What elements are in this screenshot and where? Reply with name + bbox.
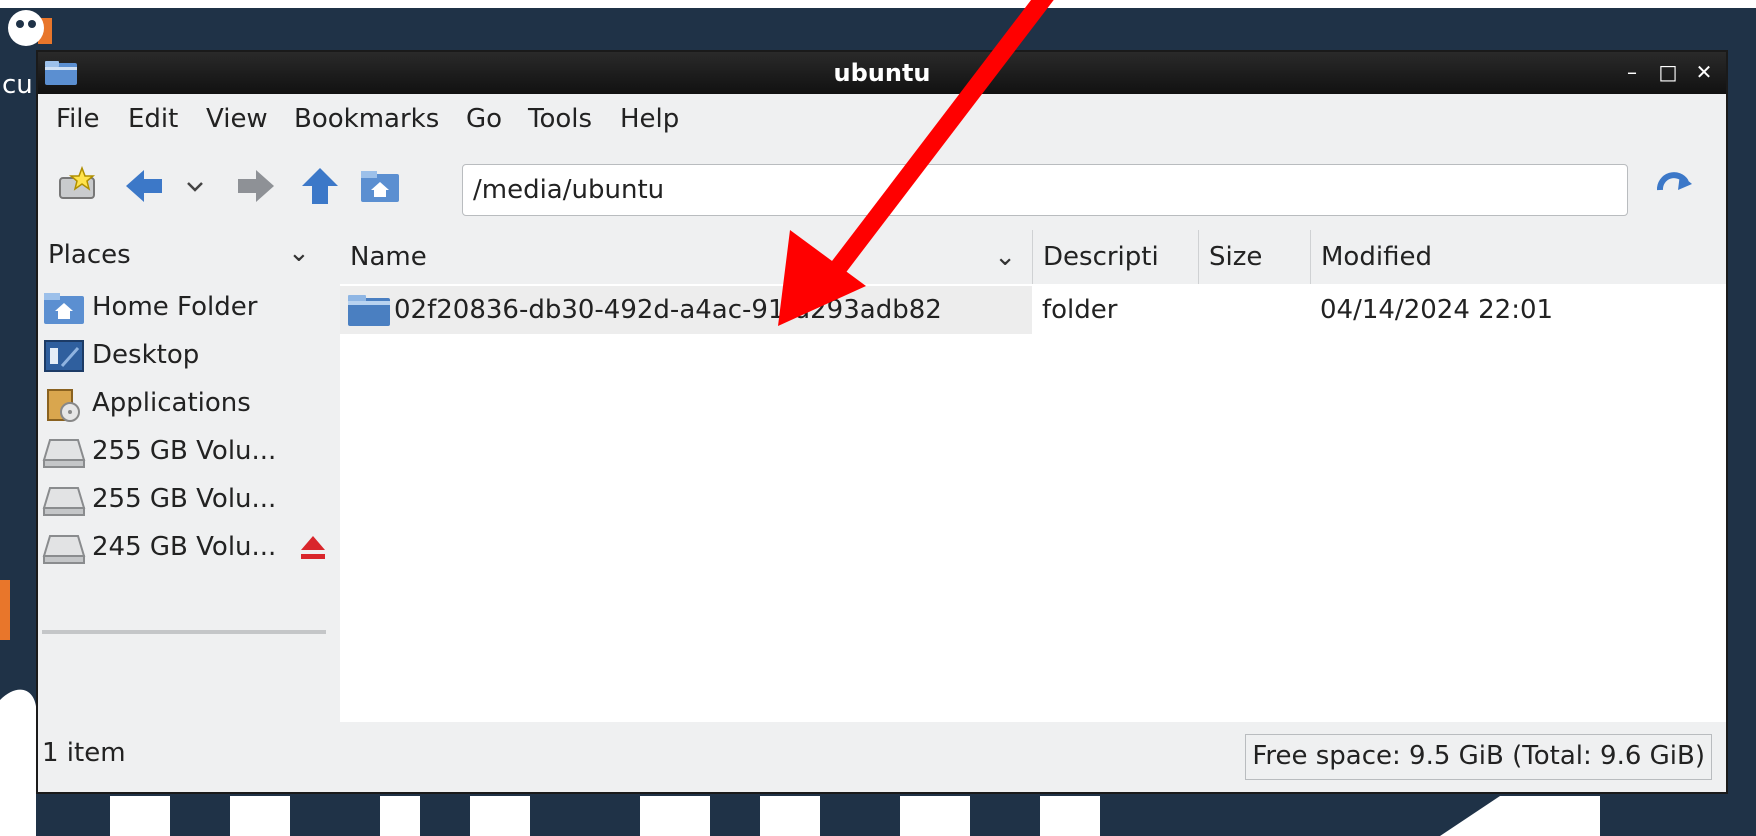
column-label: Descripti — [1043, 242, 1159, 272]
applications-icon — [47, 389, 80, 422]
column-header-description[interactable]: Descripti — [1032, 230, 1198, 284]
folder-icon — [348, 295, 390, 326]
menu-tools[interactable]: Tools — [528, 102, 592, 136]
menu-view[interactable]: View — [206, 102, 268, 136]
location-bar-input[interactable]: /media/ubuntu — [462, 164, 1628, 216]
column-header-size[interactable]: Size — [1198, 230, 1310, 284]
places-title: Places — [48, 240, 131, 270]
home-folder-icon — [44, 293, 84, 324]
file-manager-window: ubuntu – □ ✕ File Edit View Bookmarks Go… — [36, 50, 1728, 794]
eject-icon[interactable] — [298, 532, 328, 562]
column-header-name[interactable]: Name ⌄ — [340, 230, 1032, 284]
back-arrow-icon[interactable] — [122, 164, 166, 208]
desktop-logo-icon — [8, 10, 44, 46]
place-label: Home Folder — [92, 292, 258, 322]
drive-icon — [42, 439, 86, 468]
table-row[interactable]: 02f20836-db30-492d-a4ac-91fd293adb82 fol… — [340, 286, 1726, 334]
place-desktop[interactable]: Desktop — [42, 332, 326, 380]
chevron-down-icon[interactable]: ⌄ — [288, 238, 310, 268]
up-arrow-icon[interactable] — [298, 164, 342, 208]
place-label: Desktop — [92, 340, 200, 370]
desktop-icon-label: cu — [2, 70, 33, 100]
window-title: ubuntu — [833, 59, 931, 87]
column-label: Size — [1209, 242, 1263, 272]
toolbar: /media/ubuntu — [38, 148, 1726, 226]
place-volume-3[interactable]: 245 GB Volu... — [42, 524, 326, 572]
file-list: Name ⌄ Descripti Size Modified 02f20836-… — [340, 230, 1726, 722]
place-applications[interactable]: Applications — [42, 380, 326, 428]
free-space: Free space: 9.5 GiB (Total: 9.6 GiB) — [1245, 734, 1712, 780]
column-label: Name — [350, 242, 427, 272]
history-dropdown-icon[interactable] — [180, 164, 210, 208]
menu-help[interactable]: Help — [620, 102, 679, 136]
file-description: folder — [1042, 295, 1118, 325]
chevron-down-icon: ⌄ — [994, 242, 1016, 272]
column-label: Modified — [1321, 242, 1432, 272]
place-label: 255 GB Volu... — [92, 436, 277, 466]
drive-icon — [42, 535, 86, 564]
column-header-modified[interactable]: Modified — [1310, 230, 1726, 284]
minimize-button[interactable]: – — [1618, 58, 1646, 86]
forward-arrow-icon[interactable] — [234, 164, 278, 208]
place-label: 245 GB Volu... — [92, 532, 277, 562]
home-folder-icon[interactable] — [358, 164, 402, 208]
item-count: 1 item — [42, 738, 126, 768]
place-label: Applications — [92, 388, 251, 418]
menu-edit[interactable]: Edit — [128, 102, 178, 136]
list-header: Name ⌄ Descripti Size Modified — [340, 230, 1726, 284]
file-modified: 04/14/2024 22:01 — [1320, 295, 1554, 325]
drive-icon — [42, 487, 86, 516]
place-volume-2[interactable]: 255 GB Volu... — [42, 476, 326, 524]
places-header[interactable]: Places ⌄ — [38, 230, 330, 282]
place-home-folder[interactable]: Home Folder — [42, 284, 326, 332]
maximize-button[interactable]: □ — [1654, 58, 1682, 86]
new-bookmark-icon[interactable] — [56, 164, 100, 208]
menu-file[interactable]: File — [56, 102, 100, 136]
places-sidebar: Places ⌄ Home Folder Desktop Application… — [38, 230, 330, 722]
status-bar: 1 item Free space: 9.5 GiB (Total: 9.6 G… — [38, 724, 1726, 792]
menu-bookmarks[interactable]: Bookmarks — [294, 102, 439, 136]
place-volume-1[interactable]: 255 GB Volu... — [42, 428, 326, 476]
place-label: 255 GB Volu... — [92, 484, 277, 514]
menu-bar: File Edit View Bookmarks Go Tools Help — [38, 94, 1726, 144]
file-name: 02f20836-db30-492d-a4ac-91fd293adb82 — [394, 295, 942, 325]
name-cell: 02f20836-db30-492d-a4ac-91fd293adb82 — [340, 286, 1032, 334]
places-divider — [42, 630, 326, 634]
go-reload-icon[interactable] — [1652, 164, 1696, 208]
desktop-icon — [44, 340, 84, 372]
title-bar[interactable]: ubuntu – □ ✕ — [38, 52, 1726, 94]
menu-go[interactable]: Go — [466, 102, 502, 136]
close-button[interactable]: ✕ — [1690, 58, 1718, 86]
